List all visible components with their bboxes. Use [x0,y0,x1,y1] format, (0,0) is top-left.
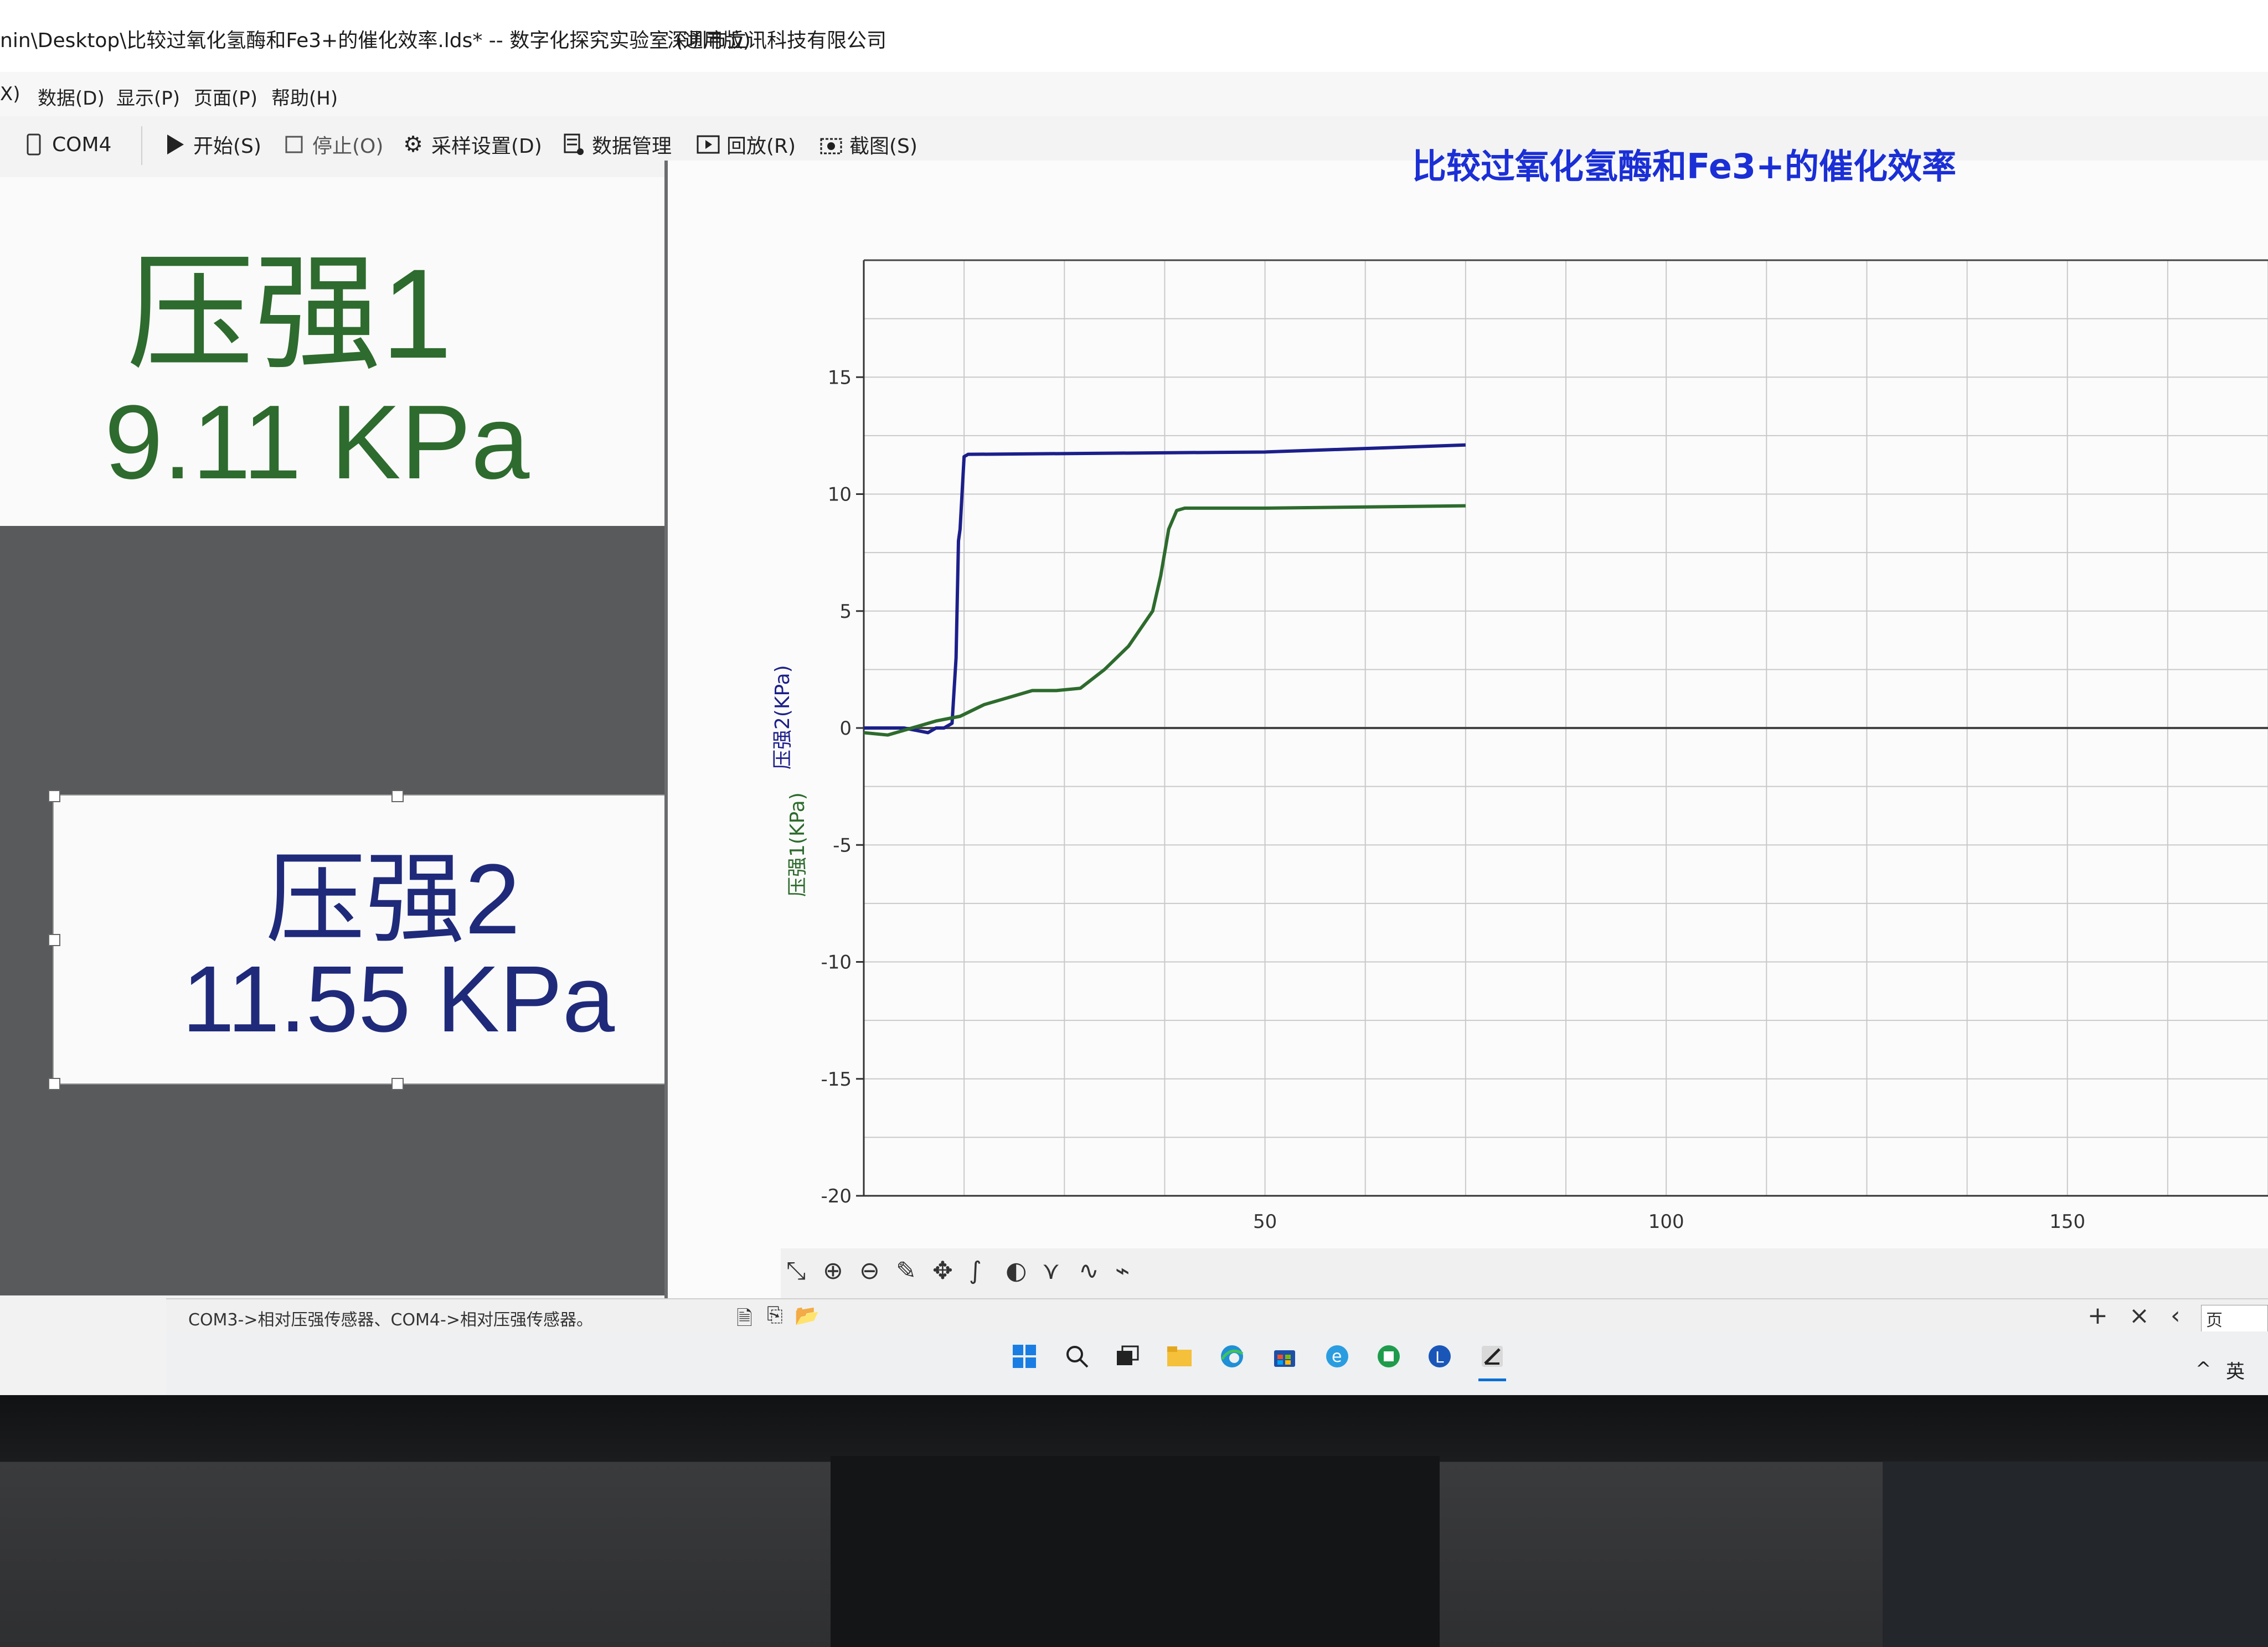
input-language[interactable]: 英 [2226,1356,2245,1383]
search-icon[interactable] [1060,1340,1094,1373]
y-tick-label: 5 [839,601,852,623]
y-tick-label: -10 [821,952,852,974]
file-explorer-icon[interactable] [1163,1340,1196,1373]
y-tick-label: 0 [839,717,852,740]
signal-icon[interactable]: ⌁ [1115,1257,1130,1285]
copy-icon[interactable]: ⎘ [767,1304,783,1327]
svg-text:L: L [1435,1348,1444,1366]
store-icon[interactable] [1268,1340,1301,1373]
palette-icon[interactable]: ◐ [1006,1257,1027,1285]
folder-open-icon[interactable]: 📂 [795,1304,819,1327]
zoom-fit-icon[interactable]: ⤡ [786,1257,806,1285]
status-bar: COM3->相对压强传感器、COM4->相对压强传感器。 🗎 ⎘ 📂 + × ‹… [166,1298,2268,1352]
x-tick-label: 50 [1253,1211,1277,1233]
y-tick-label: -15 [821,1068,852,1091]
app-green-icon[interactable] [1372,1340,1405,1373]
pen-icon[interactable]: ✎ [896,1257,916,1285]
svg-text:e: e [1332,1347,1342,1366]
y-tick-label: -20 [821,1185,852,1207]
y-axis-label-pressure2: 压强2(KPa) [771,665,794,770]
desk-cables [1883,1462,2268,1647]
tray-chevron-icon[interactable]: ^ [2195,1358,2212,1380]
app-l-icon[interactable]: L [1423,1340,1456,1373]
monitor-screen: nin\Desktop\比较过氧化氢酶和Fe3+的催化效率.lds* -- 数字… [0,0,2268,1395]
active-app-indicator [1478,1378,1506,1381]
add-page-icon[interactable]: + [2087,1302,2108,1330]
x-tick-label: 150 [2049,1211,2085,1233]
lab-app-icon[interactable] [1476,1340,1509,1373]
x-tick-label: 100 [1648,1211,1684,1233]
tangent-icon[interactable]: ⋎ [1042,1257,1060,1285]
curve-icon[interactable]: ∫ [969,1257,982,1285]
zoom-out-icon[interactable]: ⊖ [859,1257,880,1285]
chart-axes [856,259,2268,1197]
sensor-status: COM3->相对压强传感器、COM4->相对压强传感器。 [188,1310,593,1330]
y-tick-label: -5 [833,834,852,856]
wave-icon[interactable]: ∿ [1079,1257,1099,1285]
cursor-icon[interactable]: ✥ [932,1257,953,1285]
monitor-stand [831,1456,1440,1647]
edge-browser-icon[interactable] [1215,1340,1249,1373]
zoom-in-icon[interactable]: ⊕ [823,1257,843,1285]
y-tick-label: 15 [828,366,852,389]
y-tick-label: 10 [828,484,852,506]
chevron-left-icon[interactable]: ‹ [2171,1302,2181,1330]
line-chart[interactable]: 151050-5-10-15-2050100150时间(秒)压强1(KPa)压强… [0,0,2268,1395]
browser-e-icon[interactable]: e [1321,1340,1354,1373]
windows-start-icon[interactable] [1008,1340,1041,1373]
close-page-icon[interactable]: × [2129,1302,2150,1330]
y-axis-label-pressure1: 压强1(KPa) [786,792,809,897]
task-view-icon[interactable] [1110,1340,1143,1373]
chart-toolbox [781,1248,2268,1298]
